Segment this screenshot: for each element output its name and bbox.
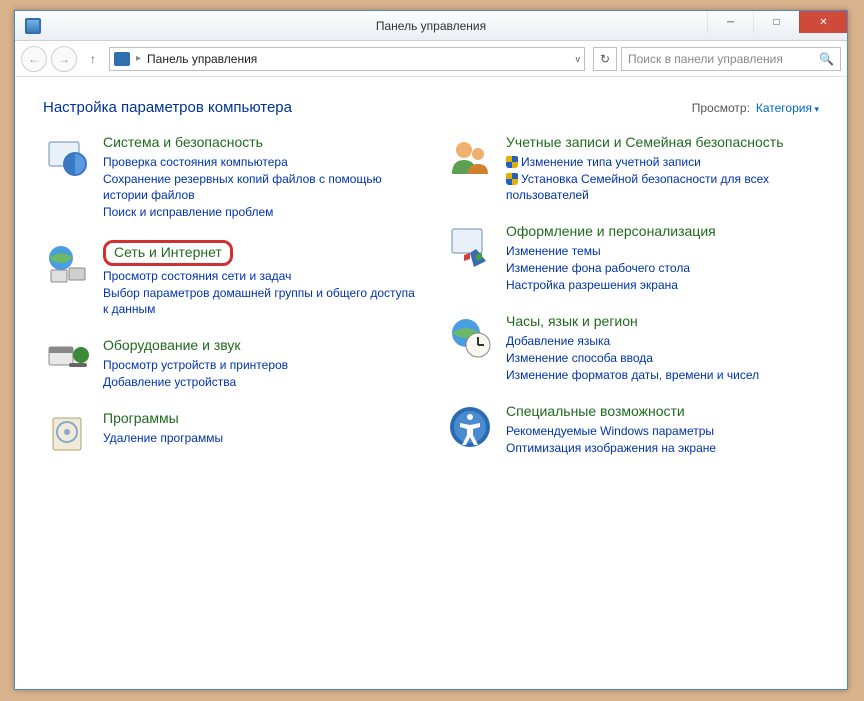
category-title[interactable]: Учетные записи и Семейная безопасность bbox=[506, 134, 819, 152]
app-icon bbox=[25, 18, 41, 34]
content-header: Настройка параметров компьютера Просмотр… bbox=[43, 99, 819, 116]
category-accessibility: Специальные возможности Рекомендуемые Win… bbox=[446, 403, 819, 456]
clock-region-icon bbox=[446, 313, 494, 361]
category-body: Учетные записи и Семейная безопасность Из… bbox=[506, 134, 819, 203]
hardware-icon bbox=[43, 337, 91, 385]
close-button[interactable]: ✕ bbox=[799, 11, 847, 33]
sublink[interactable]: Добавление устройства bbox=[103, 374, 288, 390]
category-body: Программы Удаление программы bbox=[103, 410, 223, 458]
sublink[interactable]: Выбор параметров домашней группы и общег… bbox=[103, 285, 416, 317]
sublinks: Добавление языкаИзменение способа вводаИ… bbox=[506, 333, 759, 384]
address-bar[interactable]: ▸ Панель управления v bbox=[109, 47, 585, 71]
sublink[interactable]: Установка Семейной безопасности для всех… bbox=[506, 171, 819, 203]
sublinks: Рекомендуемые Windows параметрыОптимизац… bbox=[506, 423, 716, 456]
category-body: Специальные возможности Рекомендуемые Win… bbox=[506, 403, 716, 456]
category-columns: Система и безопасность Проверка состояния… bbox=[43, 134, 819, 458]
sublink[interactable]: Проверка состояния компьютера bbox=[103, 154, 416, 170]
view-dropdown[interactable]: Категория bbox=[756, 101, 819, 115]
view-label: Просмотр: bbox=[692, 101, 750, 115]
category-title[interactable]: Программы bbox=[103, 410, 223, 428]
chevron-right-icon: ▸ bbox=[136, 53, 141, 64]
search-input[interactable]: Поиск в панели управления 🔍 bbox=[621, 47, 841, 71]
sublinks: Просмотр устройств и принтеровДобавление… bbox=[103, 357, 288, 390]
sublink[interactable]: Изменение темы bbox=[506, 243, 716, 259]
search-placeholder: Поиск в панели управления bbox=[628, 52, 783, 66]
category-body: Оформление и персонализация Изменение тем… bbox=[506, 223, 716, 293]
sublinks: Изменение темыИзменение фона рабочего ст… bbox=[506, 243, 716, 294]
sublink[interactable]: Поиск и исправление проблем bbox=[103, 204, 416, 220]
back-button[interactable]: ← bbox=[21, 46, 47, 72]
window-controls: ─ □ ✕ bbox=[707, 11, 847, 40]
sublink[interactable]: Изменение способа ввода bbox=[506, 350, 759, 366]
category-title[interactable]: Часы, язык и регион bbox=[506, 313, 759, 331]
category-body: Система и безопасность Проверка состояния… bbox=[103, 134, 416, 220]
maximize-button[interactable]: □ bbox=[753, 11, 799, 33]
window-title: Панель управления bbox=[376, 19, 486, 33]
refresh-button[interactable]: ↻ bbox=[593, 47, 617, 71]
forward-button[interactable]: → bbox=[51, 46, 77, 72]
category-clock-region: Часы, язык и регионДобавление языкаИзмен… bbox=[446, 313, 819, 383]
appearance-icon bbox=[446, 223, 494, 271]
shield-icon bbox=[506, 173, 518, 185]
category-title[interactable]: Оборудование и звук bbox=[103, 337, 288, 355]
sublink[interactable]: Оптимизация изображения на экране bbox=[506, 440, 716, 456]
category-hardware: Оборудование и звук Просмотр устройств и … bbox=[43, 337, 416, 390]
category-title[interactable]: Сеть и Интернет bbox=[103, 240, 233, 266]
network-icon bbox=[43, 240, 91, 288]
page-heading: Настройка параметров компьютера bbox=[43, 99, 292, 116]
category-body: Часы, язык и регионДобавление языкаИзмен… bbox=[506, 313, 759, 383]
minimize-button[interactable]: ─ bbox=[707, 11, 753, 33]
titlebar: Панель управления ─ □ ✕ bbox=[15, 11, 847, 41]
sublinks: Удаление программы bbox=[103, 430, 223, 446]
category-body: Оборудование и звук Просмотр устройств и … bbox=[103, 337, 288, 390]
category-programs: Программы Удаление программы bbox=[43, 410, 416, 458]
sublink[interactable]: Изменение фона рабочего стола bbox=[506, 260, 716, 276]
right-column: Учетные записи и Семейная безопасность Из… bbox=[446, 134, 819, 458]
sublink[interactable]: Сохранение резервных копий файлов с помо… bbox=[103, 171, 416, 203]
address-dropdown-icon[interactable]: v bbox=[576, 54, 581, 64]
sublinks: Изменение типа учетной записиУстановка С… bbox=[506, 154, 819, 204]
sublink[interactable]: Изменение типа учетной записи bbox=[506, 154, 819, 170]
sublinks: Просмотр состояния сети и задачВыбор пар… bbox=[103, 268, 416, 318]
sublink[interactable]: Настройка разрешения экрана bbox=[506, 277, 716, 293]
view-selector: Просмотр: Категория bbox=[692, 101, 819, 115]
category-title[interactable]: Система и безопасность bbox=[103, 134, 416, 152]
shield-icon bbox=[506, 156, 518, 168]
category-title[interactable]: Оформление и персонализация bbox=[506, 223, 716, 241]
search-icon[interactable]: 🔍 bbox=[819, 52, 834, 66]
category-network: Сеть и ИнтернетПросмотр состояния сети и… bbox=[43, 240, 416, 317]
users-icon bbox=[446, 134, 494, 182]
category-appearance: Оформление и персонализация Изменение тем… bbox=[446, 223, 819, 293]
sublink[interactable]: Просмотр состояния сети и задач bbox=[103, 268, 416, 284]
breadcrumb[interactable]: Панель управления bbox=[147, 52, 257, 66]
sublink[interactable]: Просмотр устройств и принтеров bbox=[103, 357, 288, 373]
sublink[interactable]: Добавление языка bbox=[506, 333, 759, 349]
control-panel-window: Панель управления ─ □ ✕ ← → ↑ ▸ Панель у… bbox=[14, 10, 848, 690]
category-body: Сеть и ИнтернетПросмотр состояния сети и… bbox=[103, 240, 416, 317]
up-button[interactable]: ↑ bbox=[81, 47, 105, 71]
category-system-security: Система и безопасность Проверка состояния… bbox=[43, 134, 416, 220]
content-area: Настройка параметров компьютера Просмотр… bbox=[15, 77, 847, 689]
navigation-bar: ← → ↑ ▸ Панель управления v ↻ Поиск в па… bbox=[15, 41, 847, 77]
accessibility-icon bbox=[446, 403, 494, 451]
category-users: Учетные записи и Семейная безопасность Из… bbox=[446, 134, 819, 203]
left-column: Система и безопасность Проверка состояния… bbox=[43, 134, 416, 458]
sublink[interactable]: Удаление программы bbox=[103, 430, 223, 446]
sublink[interactable]: Рекомендуемые Windows параметры bbox=[506, 423, 716, 439]
category-title[interactable]: Специальные возможности bbox=[506, 403, 716, 421]
sublink[interactable]: Изменение форматов даты, времени и чисел bbox=[506, 367, 759, 383]
sublinks: Проверка состояния компьютераСохранение … bbox=[103, 154, 416, 221]
address-icon bbox=[114, 52, 130, 66]
system-security-icon bbox=[43, 134, 91, 182]
programs-icon bbox=[43, 410, 91, 458]
